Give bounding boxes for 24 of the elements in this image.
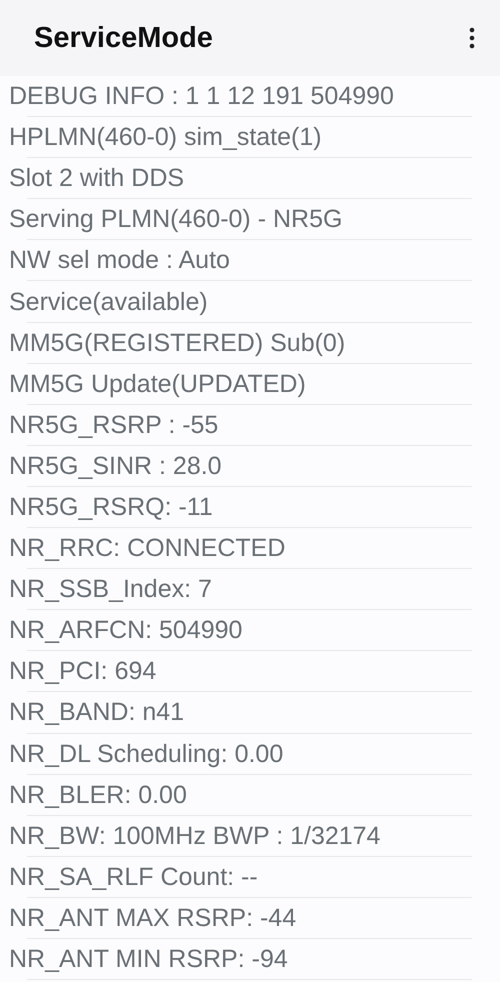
info-line: NR_ARFCN: 504990	[9, 616, 242, 646]
info-line: Serving PLMN(460-0) - NR5G	[9, 205, 342, 234]
info-line: NR5G_RSRP : -55	[9, 410, 218, 440]
more-options-icon[interactable]	[468, 26, 476, 50]
info-line: Slot 2 with DDS	[9, 164, 184, 194]
info-line: Service(available)	[9, 288, 208, 317]
info-line: NR_PCI: 694	[9, 657, 156, 686]
info-line: NR_RRC: CONNECTED	[9, 534, 286, 564]
info-line: MM5G Update(UPDATED)	[9, 370, 306, 399]
app-title: ServiceMode	[34, 22, 213, 54]
info-line: NW sel mode : Auto	[9, 246, 230, 276]
info-line: NR5G_RSRQ: -11	[9, 492, 213, 522]
info-line: DEBUG INFO : 1 1 12 191 504990	[9, 82, 394, 112]
info-line: NR_DL Scheduling: 0.00	[9, 740, 284, 769]
info-line: NR_ANT MAX RSRP: -44	[9, 904, 296, 933]
info-line: NR_SSB_Index: 7	[9, 575, 212, 604]
info-line: HPLMN(460-0) sim_state(1)	[9, 123, 322, 152]
info-line: NR_ANT MIN RSRP: -94	[9, 945, 288, 974]
info-line: NR_BW: 100MHz BWP : 1/32174	[9, 822, 380, 851]
info-line: NR_BLER: 0.00	[9, 780, 187, 810]
info-line: MM5G(REGISTERED) Sub(0)	[9, 328, 346, 358]
info-line: NR_SA_RLF Count: --	[9, 862, 258, 892]
info-line: NR_BAND: n41	[9, 698, 184, 728]
info-line: NR5G_SINR : 28.0	[9, 452, 222, 481]
